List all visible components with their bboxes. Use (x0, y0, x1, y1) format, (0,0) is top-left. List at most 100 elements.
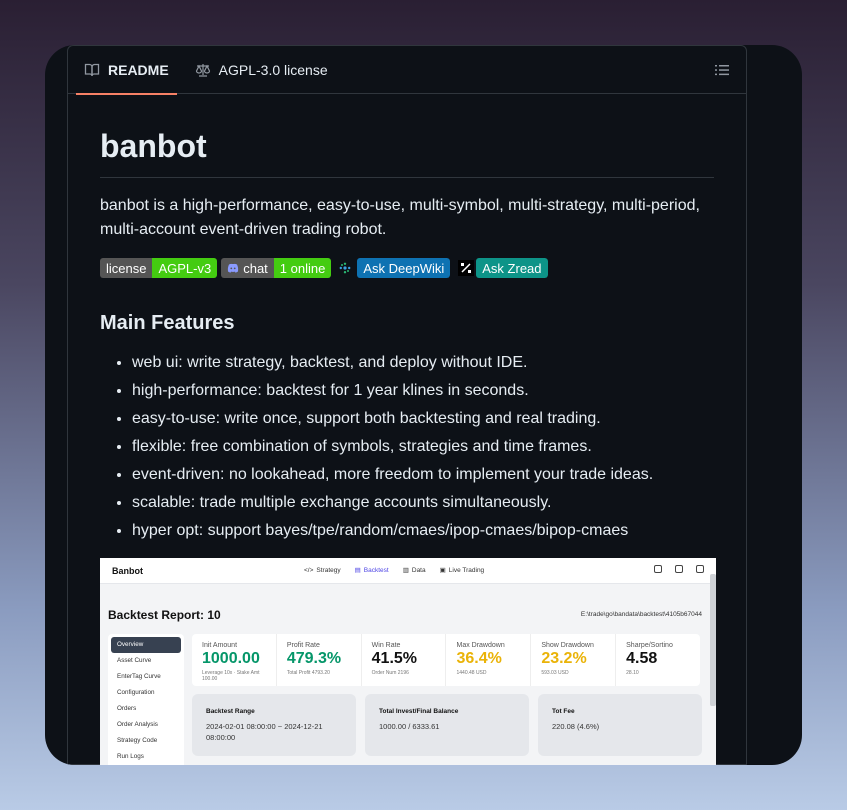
report-sidebar-item: EnterTag Curve (117, 673, 161, 680)
stat-label: Win Rate (371, 642, 401, 649)
outline-menu-icon[interactable] (714, 62, 730, 83)
stat-sub: Order Num 2196 (371, 670, 409, 676)
stat-sub: 593.03 USD (541, 670, 569, 676)
report-sidebar-item: Order Analysis (117, 721, 158, 728)
app-nav-backtest: ▤ Backtest (354, 566, 389, 575)
zread-badge-label: Ask Zread (476, 258, 548, 278)
report-sidebar-item: Strategy Code (117, 737, 158, 744)
tab-bar: README AGPL-3.0 license (68, 46, 746, 95)
summary-box: Tot Fee 220.08 (4.6%) (538, 694, 702, 756)
monitor-icon: ▣ (439, 567, 446, 574)
stat-sub: Total Profit 4793.20 (286, 670, 330, 676)
code-icon: </> (304, 566, 314, 574)
license-badge[interactable]: license AGPL-v3 (100, 258, 218, 278)
feature-item: hyper opt: support bayes/tpe/random/cmae… (132, 519, 714, 543)
scale-icon (195, 62, 211, 78)
app-screenshot: Banbot </> Strategy ▤ Backtest ▥ Data ▣ Live… (100, 558, 716, 765)
refresh-icon (654, 565, 662, 573)
discord-icon (228, 263, 239, 273)
report-sidebar-item: Overview (111, 637, 181, 653)
feature-item: scalable: trade multiple exchange accoun… (132, 491, 714, 515)
bar-chart-icon: ▥ (402, 567, 409, 574)
deepwiki-badge-label: Ask DeepWiki (357, 258, 451, 278)
feature-item: event-driven: no lookahead, more freedom… (132, 463, 714, 487)
readme-title: banbot (100, 128, 714, 178)
zread-badge[interactable]: Ask Zread (454, 258, 548, 278)
tab-license-label: AGPL-3.0 license (218, 61, 328, 78)
report-sidebar-item: Asset Curve (117, 657, 152, 664)
chat-badge[interactable]: chat 1 online (221, 258, 332, 278)
report-stats: Init Amount 1000.00 Leverage 10x · Stake… (192, 634, 700, 686)
report-sidebar-item: Configuration (117, 689, 155, 696)
app-nav-strategy-label: Strategy (316, 566, 341, 574)
app-brand: Banbot (112, 566, 143, 576)
stat-label: Profit Rate (286, 642, 320, 649)
stat-value: 41.5% (371, 650, 418, 667)
tab-license[interactable]: AGPL-3.0 license (187, 46, 336, 94)
stat-sharpe: Sharpe/Sortino 4.58 28.10 (616, 634, 700, 686)
stat-value: 4.58 (626, 650, 658, 667)
summary-box: Total Invest/Final Balance 1000.00 / 633… (365, 694, 529, 756)
features-heading: Main Features (100, 312, 235, 334)
badge-row: license AGPL-v3 chat 1 online Ask DeepWi… (100, 258, 714, 278)
summary-box: Backtest Range 2024-02-01 08:00:00 ~ 202… (192, 694, 356, 756)
chat-badge-label: chat (243, 260, 268, 276)
summary-label: Total Invest/Final Balance (379, 708, 459, 715)
feature-item: flexible: free combination of symbols, s… (132, 435, 714, 459)
chat-badge-left: chat (221, 258, 274, 278)
report-title: Backtest Report: 10 (108, 608, 221, 622)
report-sidebar-item: Run Logs (117, 753, 144, 760)
report-sidebar: Overview Asset Curve EnterTag Curve Conf… (108, 634, 184, 765)
summary-value: 1000.00 / 6333.61 (379, 722, 440, 731)
readme-card: README AGPL-3.0 license banbot banbot is… (45, 45, 802, 765)
stat-profit-rate: Profit Rate 479.3% Total Profit 4793.20 (277, 634, 362, 686)
readme-description: banbot is a high-performance, easy-to-us… (100, 197, 700, 238)
readme-panel: README AGPL-3.0 license banbot banbot is… (67, 45, 747, 765)
zread-icon (454, 258, 476, 278)
stat-label: Show Drawdown (541, 642, 594, 649)
stat-value: 23.2% (541, 650, 587, 667)
clipboard-icon: ▤ (354, 567, 361, 574)
book-icon (84, 62, 100, 78)
stat-label: Max Drawdown (456, 642, 505, 649)
chat-badge-right: 1 online (273, 258, 332, 278)
app-toolbar-icons (641, 565, 704, 573)
summary-label: Backtest Range (206, 708, 255, 715)
report-path: E:\trade\go\bandata\backtest\4105b67044 (580, 611, 702, 618)
report-sidebar-item: Orders (117, 705, 137, 712)
app-nav-live: ▣ Live Trading (439, 566, 485, 575)
settings-icon (675, 565, 683, 573)
app-nav-data: ▥ Data (402, 566, 426, 575)
stat-init-amount: Init Amount 1000.00 Leverage 10x · Stake… (192, 634, 277, 686)
stat-label: Init Amount (202, 642, 238, 649)
app-topbar: Banbot </> Strategy ▤ Backtest ▥ Data ▣ Live… (100, 558, 716, 584)
report-summary-boxes: Backtest Range 2024-02-01 08:00:00 ~ 202… (192, 694, 702, 756)
summary-label: Tot Fee (552, 708, 575, 715)
document-icon (696, 565, 704, 573)
app-scrollbar (710, 574, 716, 706)
deepwiki-icon (335, 258, 357, 278)
feature-item: easy-to-use: write once, support both ba… (132, 407, 714, 431)
app-nav-data-label: Data (411, 566, 426, 574)
stat-win-rate: Win Rate 41.5% Order Num 2196 (362, 634, 447, 686)
stat-label: Sharpe/Sortino (626, 642, 673, 649)
stat-sub: 1440.48 USD (456, 670, 487, 676)
features-list: web ui: write strategy, backtest, and de… (100, 351, 714, 543)
stat-max-drawdown: Max Drawdown 36.4% 1440.48 USD (446, 634, 532, 686)
app-nav-strategy: </> Strategy (304, 566, 341, 574)
stat-value: 479.3% (286, 650, 342, 667)
stat-value: 36.4% (456, 650, 502, 667)
stat-sub: Leverage 10x · Stake Amt 100.00 (202, 670, 260, 682)
stat-value: 1000.00 (202, 650, 260, 667)
deepwiki-badge[interactable]: Ask DeepWiki (335, 258, 451, 278)
stat-sub: 28.10 (626, 670, 639, 676)
app-nav: </> Strategy ▤ Backtest ▥ Data ▣ Live Tradin… (304, 566, 498, 575)
license-badge-right: AGPL-v3 (152, 258, 218, 278)
stat-show-drawdown: Show Drawdown 23.2% 593.03 USD (531, 634, 617, 686)
app-nav-live-label: Live Trading (448, 566, 485, 574)
tab-readme[interactable]: README (76, 46, 177, 95)
feature-item: high-performance: backtest for 1 year kl… (132, 379, 714, 403)
summary-value: 220.08 (4.6%) (552, 722, 600, 731)
summary-value: 2024-02-01 08:00:00 ~ 2024-12-21 08:00:0… (206, 722, 323, 742)
license-badge-left: license (100, 258, 153, 278)
